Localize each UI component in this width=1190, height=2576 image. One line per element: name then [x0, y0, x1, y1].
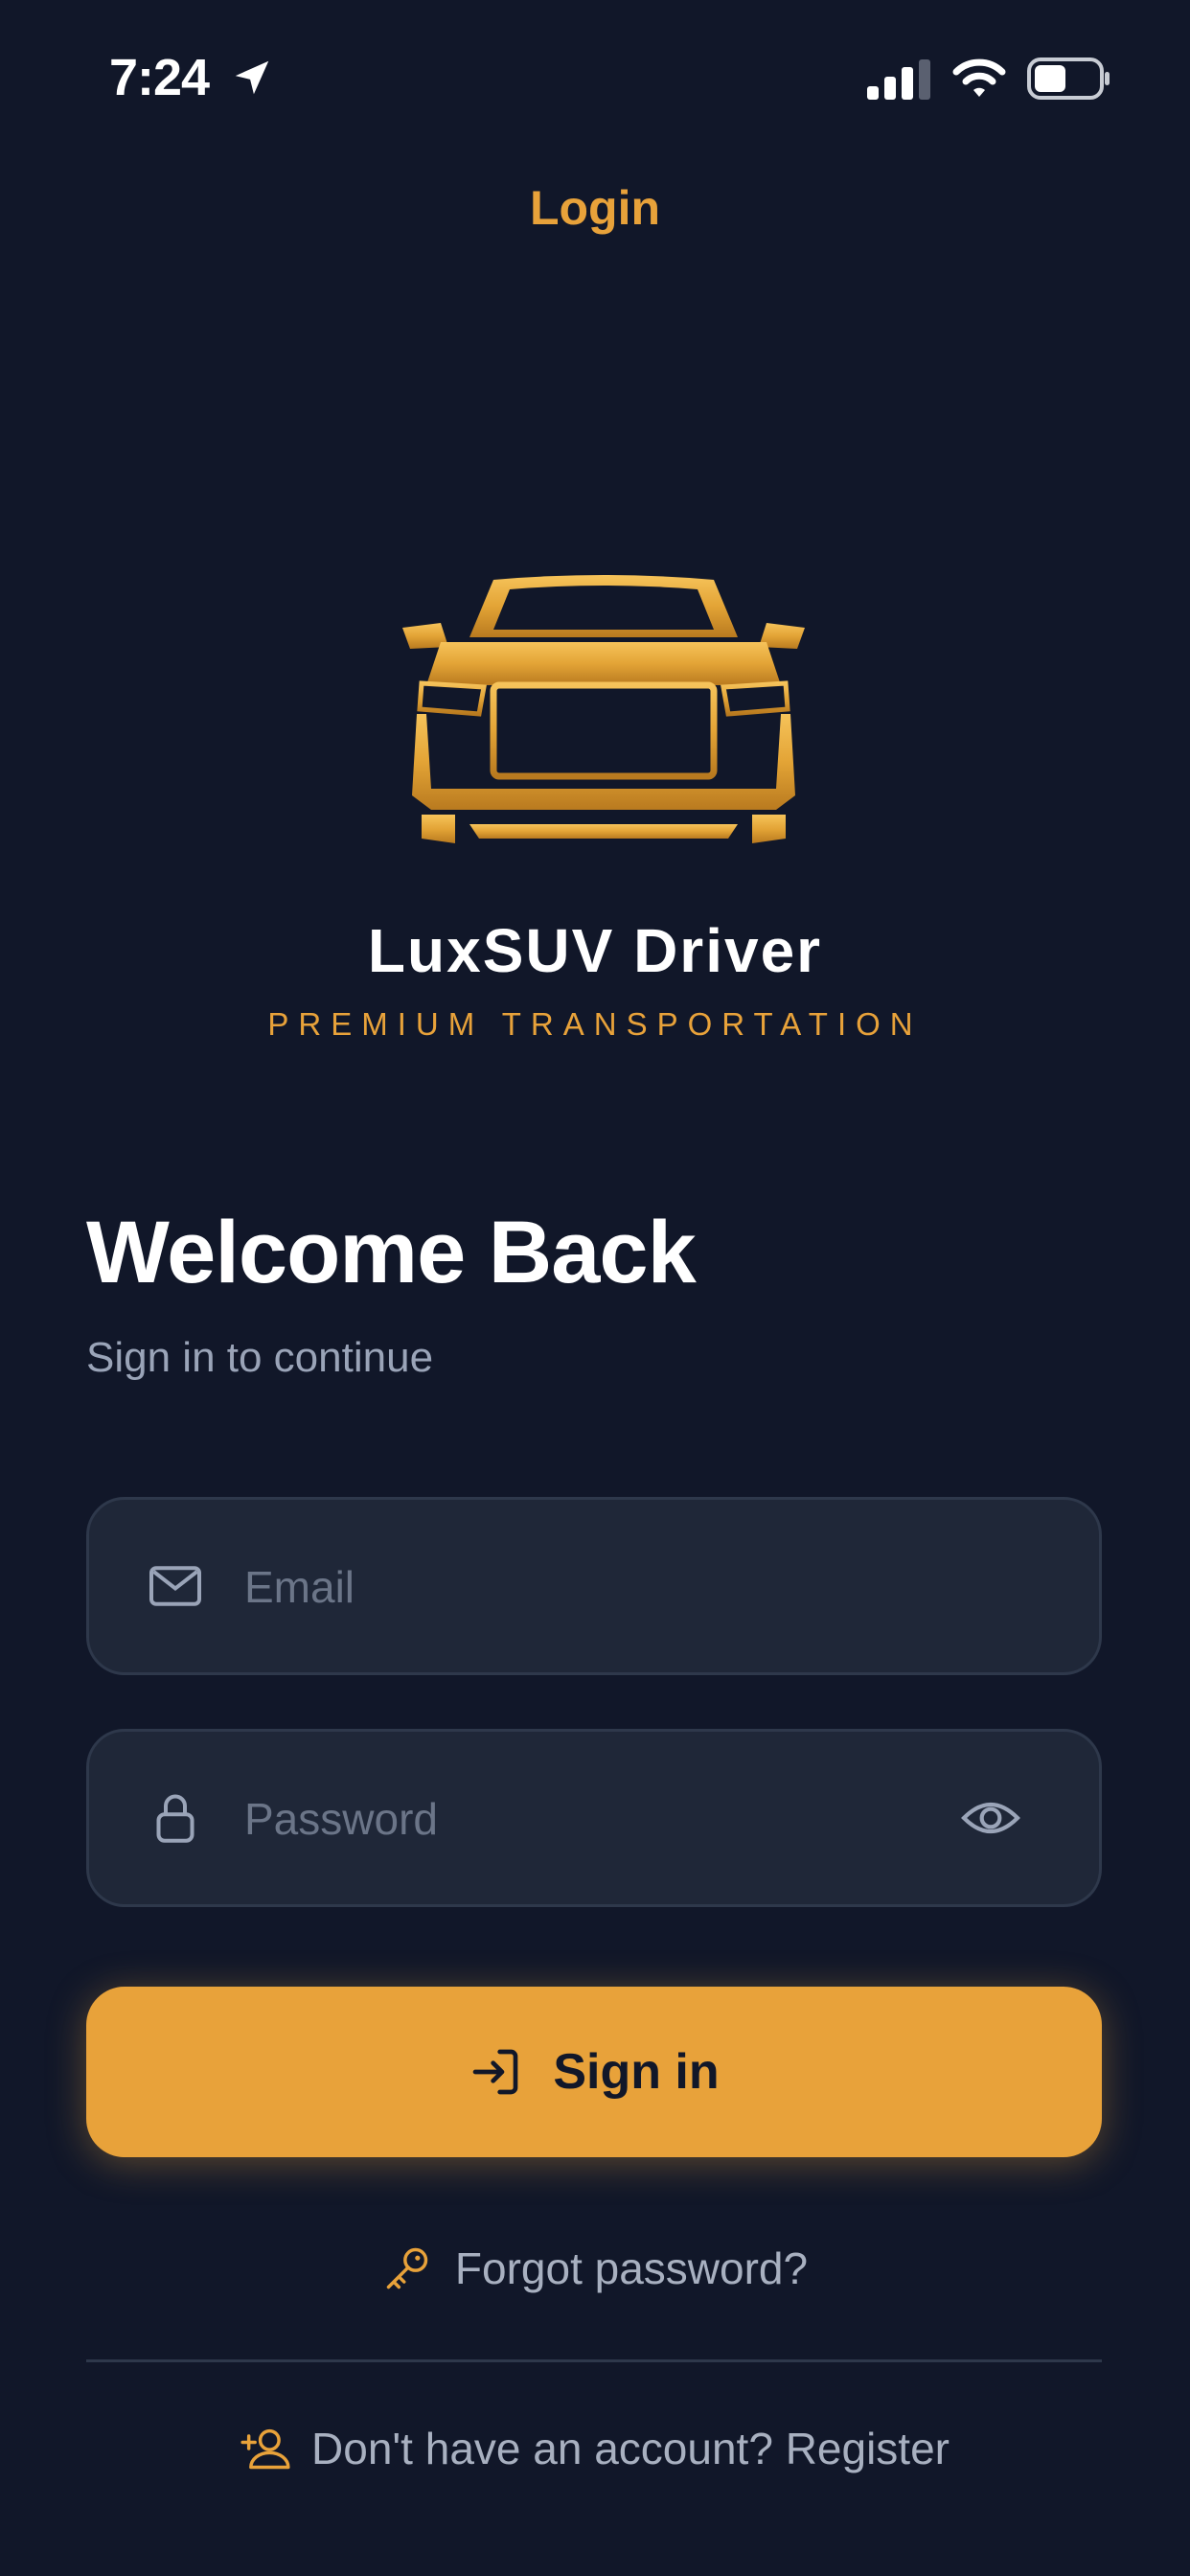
email-input[interactable] — [242, 1538, 917, 1636]
register-link[interactable]: Don't have an account? Register — [0, 2423, 1190, 2474]
status-time: 7:24 — [109, 49, 210, 106]
welcome-subtitle: Sign in to continue — [86, 1334, 434, 1381]
suv-logo-icon — [402, 575, 805, 843]
eye-icon[interactable] — [959, 1791, 1022, 1845]
battery-icon — [1027, 58, 1110, 100]
location-arrow-icon — [235, 60, 269, 95]
divider — [86, 2359, 1102, 2362]
forgot-password-link[interactable]: Forgot password? — [0, 2242, 1190, 2294]
welcome-heading: Welcome Back — [86, 1204, 697, 1301]
wifi-icon — [952, 58, 1006, 97]
sign-in-label: Sign in — [553, 2044, 720, 2100]
sign-in-icon — [472, 2049, 518, 2095]
mail-icon — [149, 1566, 201, 1606]
add-user-icon — [240, 2428, 290, 2470]
password-input[interactable] — [242, 1770, 917, 1868]
status-bar: 7:24 — [0, 0, 1190, 153]
lock-icon — [156, 1794, 195, 1843]
password-field[interactable] — [86, 1729, 1102, 1907]
email-field[interactable] — [86, 1497, 1102, 1675]
brand-tagline: PREMIUM TRANSPORTATION — [267, 1006, 923, 1042]
brand-name: LuxSUV Driver — [367, 916, 823, 985]
page-title: Login — [529, 181, 661, 235]
cellular-signal-icon — [867, 59, 930, 100]
sign-in-button[interactable]: Sign in — [86, 1987, 1102, 2157]
forgot-password-label: Forgot password? — [454, 2243, 809, 2293]
key-icon — [386, 2247, 428, 2289]
register-label: Don't have an account? Register — [311, 2424, 950, 2473]
